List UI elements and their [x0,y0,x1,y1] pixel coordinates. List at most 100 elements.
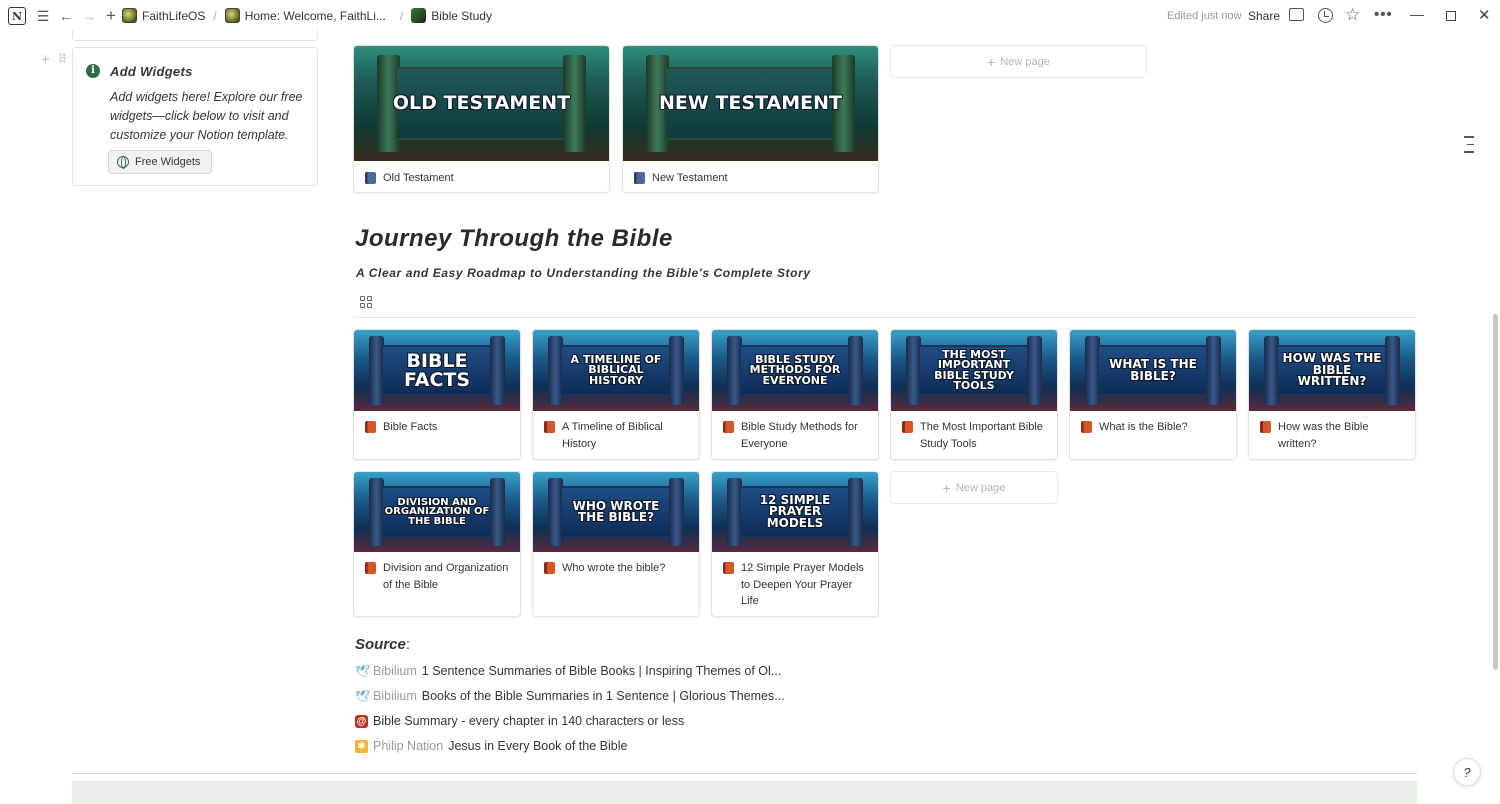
table-of-contents-indicator[interactable] [1464,136,1476,159]
gallery-card-bible-facts[interactable]: BIBLE FACTS Bible Facts [353,329,521,460]
drag-handle-icon[interactable]: ⠿ [58,52,67,66]
favorite-star-icon[interactable]: ☆ [1345,5,1360,25]
gallery-card-division[interactable]: DIVISION AND ORGANIZATION OF THE BIBLE D… [353,471,521,617]
book-icon [723,421,734,433]
card-title: The Most Important Bible Study Tools [920,421,1043,450]
more-options-icon[interactable]: ••• [1374,6,1393,23]
cover-text: HOW WAS THE BIBLE WRITTEN? [1282,351,1382,389]
breadcrumb-separator: / [399,8,404,23]
back-arrow-icon[interactable]: ← [55,5,77,27]
card-cover: WHO WROTE THE BIBLE? [533,472,699,552]
new-page-plus-icon[interactable]: + [100,5,122,27]
gallery-card-prayer-models[interactable]: 12 SIMPLE PRAYER MODELS 12 Simple Prayer… [711,471,879,617]
forward-arrow-icon[interactable]: → [78,5,100,27]
free-widgets-button[interactable]: Free Widgets [108,150,212,174]
window-close-icon[interactable]: ✕ [1478,6,1491,24]
source-site: Philip Nation [373,739,444,753]
card-title: New Testament [652,172,728,184]
source-link[interactable]: 🕊 Bibilium 1 Sentence Summaries of Bible… [355,664,781,678]
book-icon [1260,421,1271,433]
comment-icon[interactable] [1289,8,1304,21]
previous-block-edge [72,30,318,41]
window-minimize-icon[interactable]: — [1410,6,1424,22]
breadcrumb-item-faithlifeos[interactable]: FaithLifeOS [122,8,205,23]
gallery-card-how-written[interactable]: HOW WAS THE BIBLE WRITTEN? How was the B… [1248,329,1416,460]
breadcrumb-item-bible-study[interactable]: Bible Study [411,8,492,23]
cover-text: OLD TESTAMENT [392,92,571,115]
source-site: Bibilium [373,664,417,678]
source-text: Jesus in Every Book of the Bible [448,739,628,753]
card-cover: BIBLE STUDY METHODS FOR EVERYONE [712,330,878,411]
top-bar: N ☰ ← → + FaithLifeOS / Home: Welcome, F… [0,0,1500,32]
book-icon [1081,421,1092,433]
gallery-card-study-methods[interactable]: BIBLE STUDY METHODS FOR EVERYONE Bible S… [711,329,879,460]
new-page-button[interactable]: + New page [890,471,1058,504]
info-icon: i [86,64,100,78]
gallery-card-old-testament[interactable]: OLD TESTAMENT Old Testament [353,45,610,193]
gallery-card-timeline[interactable]: A TIMELINE OF BIBLICAL HISTORY A Timelin… [532,329,700,460]
help-icon: ? [1463,764,1471,780]
gallery-card-study-tools[interactable]: THE MOST IMPORTANT BIBLE STUDY TOOLS The… [890,329,1058,460]
source-link[interactable]: 🕊 Bibilium Books of the Bible Summaries … [355,689,785,703]
card-title: A Timeline of Biblical History [562,421,663,450]
history-clock-icon[interactable] [1318,8,1333,23]
cover-text: NEW TESTAMENT [658,92,842,115]
cover-text: A TIMELINE OF BIBLICAL HISTORY [570,352,662,387]
menu-icon[interactable]: ☰ [32,5,54,27]
divider [353,317,1416,318]
cover-text: BIBLE STUDY METHODS FOR EVERYONE [749,352,841,387]
window-maximize-icon[interactable] [1446,11,1456,21]
breadcrumb-separator: / [213,8,217,23]
new-page-button[interactable]: + New page [890,45,1147,78]
breadcrumb-item-home[interactable]: Home: Welcome, FaithLi... [224,8,386,23]
source-text: 1 Sentence Summaries of Bible Books | In… [421,664,782,678]
scrollbar[interactable] [1493,314,1498,670]
card-cover: WHAT IS THE BIBLE? [1070,330,1236,411]
card-title: Who wrote the bible? [562,562,666,574]
source-site: Bibilium [373,689,417,703]
card-title: How was the Bible written? [1278,421,1369,450]
add-block-plus-icon[interactable]: + [41,51,50,68]
gallery-view-icon[interactable] [360,296,372,308]
callout-title: Add Widgets [110,64,193,79]
card-cover: NEW TESTAMENT [623,46,878,161]
card-title: Division and Organization of the Bible [383,562,509,591]
gallery-card-new-testament[interactable]: NEW TESTAMENT New Testament [622,45,879,193]
book-icon [634,172,645,184]
gallery-card-who-wrote[interactable]: WHO WROTE THE BIBLE? Who wrote the bible… [532,471,700,617]
help-button[interactable]: ? [1453,758,1481,786]
new-page-label: New page [1000,55,1050,68]
plus-icon: + [987,53,996,70]
journey-subheading: A Clear and Easy Roadmap to Understandin… [356,266,811,280]
faithlife-logo-icon [122,8,137,23]
sun-icon: ✱ [355,739,368,753]
notion-logo-icon[interactable]: N [8,7,26,25]
breadcrumb-label: Home: Welcome, FaithLi... [244,8,386,23]
faithlife-logo-icon [224,8,240,23]
page-heading-journey: Journey Through the Bible [355,225,673,252]
book-icon [365,172,376,184]
card-title: 12 Simple Prayer Models to Deepen Your P… [741,562,864,607]
share-button[interactable]: Share [1248,9,1280,23]
dove-icon: 🕊 [355,664,371,678]
source-heading-label: Source [355,636,406,653]
breadcrumb: FaithLifeOS / Home: Welcome, FaithLi... … [122,8,492,23]
add-widgets-callout: i Add Widgets Add widgets here! Explore … [72,47,318,186]
card-cover: DIVISION AND ORGANIZATION OF THE BIBLE [354,472,520,552]
book-icon [544,421,555,433]
gallery-card-what-is-bible[interactable]: WHAT IS THE BIBLE? What is the Bible? [1069,329,1237,460]
source-link[interactable]: @ Bible Summary - every chapter in 140 c… [355,714,684,728]
book-icon [902,421,913,433]
card-title: Bible Study Methods for Everyone [741,421,858,450]
book-icon [365,562,376,574]
card-cover: OLD TESTAMENT [354,46,609,161]
divider [72,773,1417,774]
card-cover: HOW WAS THE BIBLE WRITTEN? [1249,330,1415,411]
next-block-band [72,781,1417,804]
free-widgets-label: Free Widgets [135,156,201,168]
edited-status: Edited just now [1167,10,1242,22]
cover-text: 12 SIMPLE PRAYER MODELS [759,492,831,530]
cover-text: WHAT IS THE BIBLE? [1109,357,1197,383]
source-link[interactable]: ✱ Philip Nation Jesus in Every Book of t… [355,739,627,753]
card-cover: BIBLE FACTS [354,330,520,411]
